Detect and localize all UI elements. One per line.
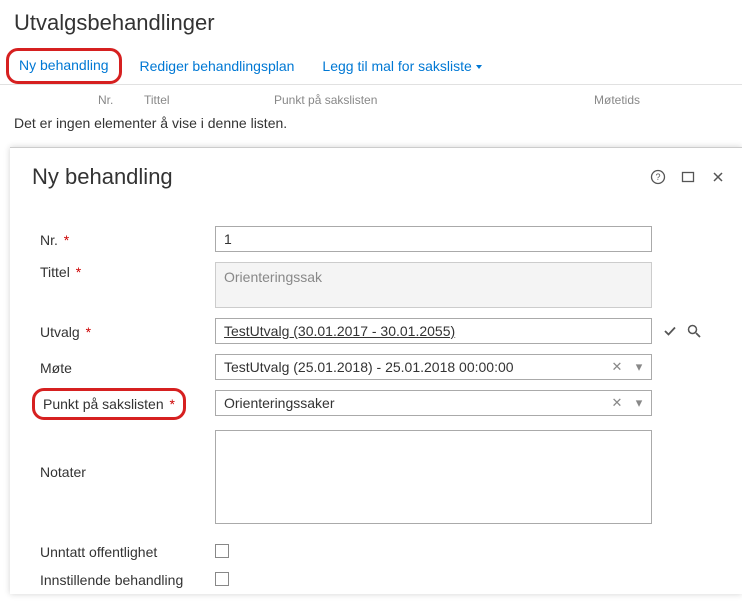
svg-text:?: ? (655, 172, 660, 182)
innstillende-checkbox[interactable] (215, 572, 229, 586)
modal-title: Ny behandling (32, 164, 173, 190)
col-header-motetids: Møtetids (594, 93, 640, 107)
col-header-punkt: Punkt på sakslisten (274, 93, 594, 107)
tab-legg-til-mal[interactable]: Legg til mal for saksliste (320, 54, 483, 78)
label-unntatt: Unntatt offentlighet (40, 542, 215, 560)
label-nr: Nr. * (40, 230, 215, 248)
tittel-input[interactable]: Orienteringssak (215, 262, 652, 308)
close-icon[interactable] (710, 169, 726, 185)
chevron-down-icon[interactable]: ▾ (631, 395, 647, 411)
maximize-icon[interactable] (680, 169, 696, 185)
mote-select[interactable]: TestUtvalg (25.01.2018) - 25.01.2018 00:… (215, 354, 652, 380)
label-innstillende: Innstillende behandling (40, 570, 215, 588)
notater-textarea[interactable] (215, 430, 652, 524)
col-header-nr: Nr. (14, 93, 144, 107)
tab-ny-behandling[interactable]: Ny behandling (17, 53, 111, 77)
tab-row: Ny behandling Rediger behandlingsplan Le… (0, 40, 742, 85)
highlight-punkt-label: Punkt på sakslisten * (32, 388, 186, 420)
list-header: Nr. Tittel Punkt på sakslisten Møtetids (0, 85, 742, 109)
punkt-value: Orienteringssaker (224, 395, 609, 411)
highlight-ny-behandling: Ny behandling (6, 48, 122, 84)
punkt-select[interactable]: Orienteringssaker ✕ ▾ (215, 390, 652, 416)
check-icon[interactable] (662, 323, 678, 339)
label-punkt: Punkt på sakslisten * (40, 391, 215, 415)
utvalg-input[interactable] (215, 318, 652, 344)
nr-input[interactable] (215, 226, 652, 252)
label-notater: Notater (40, 430, 215, 480)
modal-ny-behandling: Ny behandling ? Nr. * Tittel * Orienteri… (10, 147, 742, 594)
mote-value: TestUtvalg (25.01.2018) - 25.01.2018 00:… (224, 359, 609, 375)
search-icon[interactable] (686, 323, 702, 339)
clear-icon[interactable]: ✕ (609, 359, 625, 375)
help-icon[interactable]: ? (650, 169, 666, 185)
label-mote: Møte (40, 358, 215, 376)
tab-rediger-behandlingsplan[interactable]: Rediger behandlingsplan (138, 54, 297, 78)
label-tittel: Tittel * (40, 262, 215, 280)
label-utvalg: Utvalg * (40, 322, 215, 340)
clear-icon[interactable]: ✕ (609, 395, 625, 411)
page-title: Utvalgsbehandlinger (14, 10, 728, 36)
unntatt-checkbox[interactable] (215, 544, 229, 558)
empty-list-message: Det er ingen elementer å vise i denne li… (0, 109, 742, 149)
chevron-down-icon[interactable]: ▾ (631, 359, 647, 375)
col-header-tittel: Tittel (144, 93, 274, 107)
